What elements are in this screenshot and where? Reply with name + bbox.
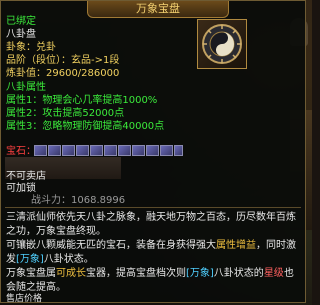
gem-slot[interactable] xyxy=(104,145,117,156)
gem-slot[interactable] xyxy=(34,145,47,156)
sell-price-label: 售店价格 xyxy=(6,294,43,304)
gem-slot[interactable] xyxy=(90,145,103,156)
gem-slot[interactable] xyxy=(118,145,131,156)
attribute-3: 属性3：忽略物理防御提高40000点 xyxy=(6,121,165,132)
desc-text: 八卦状态。 xyxy=(43,254,94,265)
item-tooltip: 万象宝盘 已绑定 八卦盘 卦象：兑卦 品阶（段位）：玄品->1段 炼卦值：296… xyxy=(0,0,306,304)
gem-slot[interactable] xyxy=(160,145,173,156)
cannot-sell-label: 不可卖店 xyxy=(6,171,46,182)
refine-value: 炼卦值：29600/286000 xyxy=(6,68,120,79)
gem-slot[interactable] xyxy=(62,145,75,156)
desc-text: 万象宝盘属 xyxy=(6,268,56,279)
gem-slot[interactable] xyxy=(48,145,61,156)
trigram-label: 卦象：兑卦 xyxy=(6,42,56,53)
desc-text: 八卦状态的 xyxy=(213,268,264,279)
divider xyxy=(5,207,301,208)
desc-keyword-star-level: 星级 xyxy=(263,268,284,279)
gem-slot[interactable] xyxy=(174,145,183,156)
desc-text: 可镶嵌八颗威能无匹的宝石，装备在身获得强大 xyxy=(6,240,216,251)
bagua-attr-header: 八卦属性 xyxy=(6,82,46,93)
grade-label: 品阶（段位）：玄品->1段 xyxy=(6,55,120,66)
desc-keyword-wanxiang: [万象] xyxy=(186,268,214,279)
desc-keyword-attribute-bonus: 属性增益 xyxy=(216,240,256,251)
tooltip-title: 万象宝盘 xyxy=(87,1,229,18)
bind-status: 已绑定 xyxy=(6,16,36,27)
desc-text: 宝器，提高宝盘档次则 xyxy=(86,268,186,279)
attribute-1: 属性1：物理会心几率提高1000% xyxy=(6,95,158,106)
desc-keyword-growable: 可成长 xyxy=(56,268,86,279)
item-icon xyxy=(197,19,247,69)
description-line-3: 万象宝盘属可成长宝器，提高宝盘档次则[万象]八卦状态的星级也会随之提高。 xyxy=(6,267,302,295)
desc-keyword-wanxiang: [万象] xyxy=(16,254,44,265)
power-value: 战斗力：1068.8996 xyxy=(31,195,126,206)
gem-slot[interactable] xyxy=(146,145,159,156)
bagua-plate-icon xyxy=(202,24,242,64)
description-line-1: 三清派仙师依先天八卦之脉象，融天地万物之百态，历尽数年百炼之功，万象宝盘终现。 xyxy=(6,212,296,237)
description-line-2: 可镶嵌八颗威能无匹的宝石，装备在身获得强大属性增益，同时激发[万象]八卦状态。 xyxy=(6,239,302,267)
attribute-2: 属性2：攻击提高52000点 xyxy=(6,108,125,119)
gem-slot[interactable] xyxy=(132,145,145,156)
gem-slots[interactable] xyxy=(34,145,183,157)
item-name: 八卦盘 xyxy=(6,29,36,40)
gem-slot[interactable] xyxy=(76,145,89,156)
can-lock-label: 可加锁 xyxy=(6,183,36,194)
